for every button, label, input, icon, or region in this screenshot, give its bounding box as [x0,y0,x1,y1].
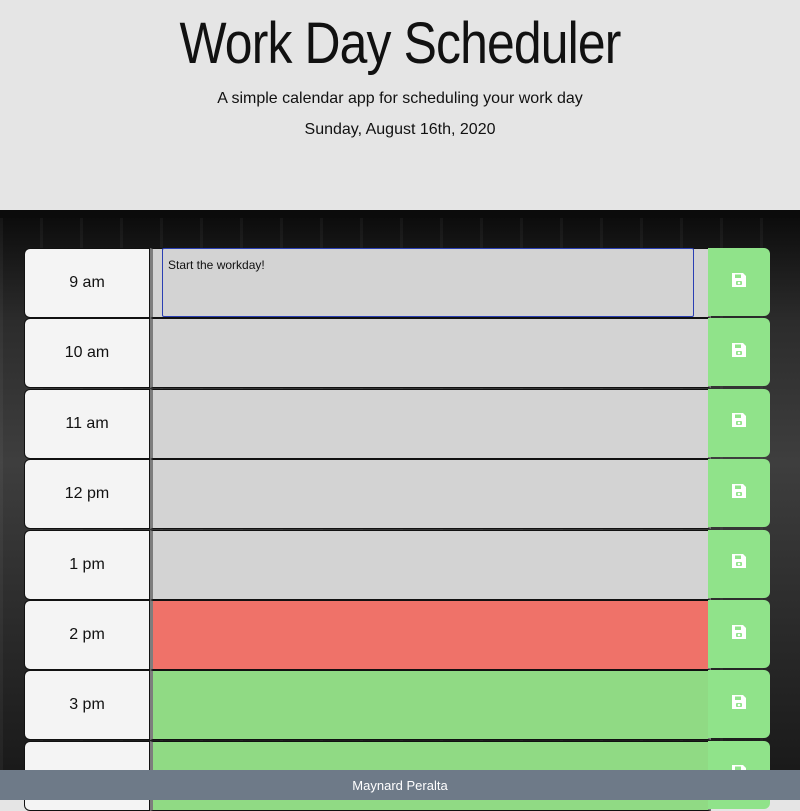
floppy-disk-icon [731,694,747,715]
event-description-textarea[interactable] [150,459,711,530]
footer-author: Maynard Peralta [352,777,448,793]
background-top-bar [0,210,800,218]
floppy-disk-icon [731,553,747,574]
event-description-textarea[interactable]: Start the workday! [150,248,711,318]
time-block-row: 12 pm [24,459,770,530]
time-block-row: 1 pm [24,529,770,600]
event-description-textarea[interactable] [150,670,711,741]
current-date: Sunday, August 16th, 2020 [304,121,496,138]
footer: Maynard Peralta [0,770,800,800]
page-title: Work Day Scheduler [179,11,621,76]
hour-label: 1 pm [24,529,150,600]
event-description-textarea[interactable] [150,529,711,600]
header: Work Day Scheduler A simple calendar app… [0,0,800,210]
hour-label: 11 am [24,388,150,459]
time-block-row: 2 pm [24,600,770,670]
event-description-textarea[interactable] [150,318,711,389]
save-button[interactable] [708,248,770,316]
save-button[interactable] [708,600,770,668]
save-button[interactable] [708,670,770,739]
hour-label: 10 am [24,318,150,389]
page-subtitle: A simple calendar app for scheduling you… [217,90,583,107]
floppy-disk-icon [731,624,747,645]
save-button[interactable] [708,529,770,598]
event-description-textarea[interactable] [150,600,711,670]
floppy-disk-icon [731,342,747,363]
event-description-textarea[interactable] [150,388,711,459]
save-button[interactable] [708,318,770,387]
time-block-row: 11 am [24,388,770,459]
hour-label: 12 pm [24,459,150,530]
time-block-row: 10 am [24,318,770,389]
hour-label: 3 pm [24,670,150,741]
floppy-disk-icon [731,272,747,293]
save-button[interactable] [708,388,770,457]
hour-label: 2 pm [24,600,150,670]
save-button[interactable] [708,459,770,528]
time-block-row: 3 pm [24,670,770,741]
time-block-row: 9 am Start the workday! [24,248,770,318]
hour-label: 9 am [24,248,150,318]
event-text: Start the workday! [168,258,265,272]
floppy-disk-icon [731,412,747,433]
floppy-disk-icon [731,483,747,504]
